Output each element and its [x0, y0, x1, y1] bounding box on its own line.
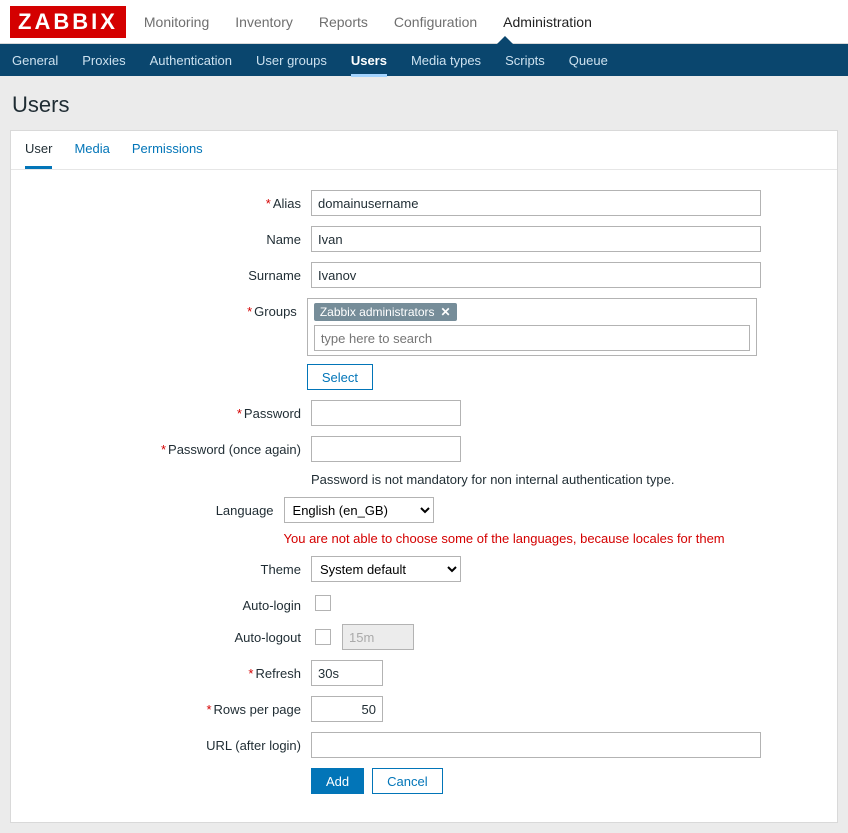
main-nav-administration[interactable]: Administration	[503, 14, 592, 30]
password-again-input[interactable]	[311, 436, 461, 462]
tab-media[interactable]: Media	[74, 141, 109, 169]
sub-nav-queue[interactable]: Queue	[569, 53, 608, 68]
nav-indicator-arrow	[497, 36, 513, 44]
label-language: Language	[216, 503, 274, 518]
label-password: Password	[244, 406, 301, 421]
group-tag-label: Zabbix administrators	[320, 305, 435, 319]
content-panel: User Media Permissions *Alias Name S	[10, 130, 838, 823]
groups-box[interactable]: Zabbix administrators ✕	[307, 298, 757, 356]
tab-user[interactable]: User	[25, 141, 52, 169]
name-input[interactable]	[311, 226, 761, 252]
sub-nav-scripts[interactable]: Scripts	[505, 53, 545, 68]
label-password-again: Password (once again)	[168, 442, 301, 457]
url-after-login-input[interactable]	[311, 732, 761, 758]
topbar: ZABBIX Monitoring Inventory Reports Conf…	[0, 0, 848, 44]
cancel-button[interactable]: Cancel	[372, 768, 442, 794]
label-url: URL (after login)	[206, 738, 301, 753]
main-nav-inventory[interactable]: Inventory	[235, 14, 293, 30]
groups-search-input[interactable]	[314, 325, 750, 351]
logo: ZABBIX	[10, 6, 126, 38]
autologout-checkbox[interactable]	[315, 629, 331, 645]
sub-nav-proxies[interactable]: Proxies	[82, 53, 125, 68]
label-autologin: Auto-login	[242, 598, 301, 613]
user-form: *Alias Name Surname *Gr	[11, 170, 837, 822]
label-autologout: Auto-logout	[235, 630, 302, 645]
sub-nav-media-types[interactable]: Media types	[411, 53, 481, 68]
autologin-checkbox[interactable]	[315, 595, 331, 611]
sub-nav: General Proxies Authentication User grou…	[0, 44, 848, 76]
password-note: Password is not mandatory for non intern…	[311, 472, 675, 487]
tabs: User Media Permissions	[11, 131, 837, 170]
label-alias: Alias	[273, 196, 301, 211]
label-refresh: Refresh	[255, 666, 301, 681]
refresh-input[interactable]	[311, 660, 383, 686]
sub-nav-general[interactable]: General	[12, 53, 58, 68]
main-nav-monitoring[interactable]: Monitoring	[144, 14, 209, 30]
sub-nav-user-groups[interactable]: User groups	[256, 53, 327, 68]
language-select[interactable]: English (en_GB)	[284, 497, 434, 523]
language-warning: You are not able to choose some of the l…	[284, 531, 725, 546]
autologout-value-input	[342, 624, 414, 650]
password-input[interactable]	[311, 400, 461, 426]
page-area: Users User Media Permissions *Alias Name	[0, 76, 848, 833]
remove-group-icon[interactable]: ✕	[441, 305, 451, 319]
theme-select[interactable]: System default	[311, 556, 461, 582]
sub-nav-users[interactable]: Users	[351, 53, 387, 77]
alias-input[interactable]	[311, 190, 761, 216]
label-theme: Theme	[261, 562, 301, 577]
surname-input[interactable]	[311, 262, 761, 288]
main-nav: Monitoring Inventory Reports Configurati…	[144, 14, 592, 30]
label-surname: Surname	[248, 268, 301, 283]
label-groups: Groups	[254, 304, 297, 319]
group-tag: Zabbix administrators ✕	[314, 303, 457, 321]
tab-permissions[interactable]: Permissions	[132, 141, 203, 169]
main-nav-reports[interactable]: Reports	[319, 14, 368, 30]
add-button[interactable]: Add	[311, 768, 364, 794]
label-name: Name	[266, 232, 301, 247]
page-title: Users	[12, 92, 838, 118]
sub-nav-authentication[interactable]: Authentication	[150, 53, 232, 68]
select-groups-button[interactable]: Select	[307, 364, 373, 390]
main-nav-configuration[interactable]: Configuration	[394, 14, 477, 30]
rows-per-page-input[interactable]	[311, 696, 383, 722]
